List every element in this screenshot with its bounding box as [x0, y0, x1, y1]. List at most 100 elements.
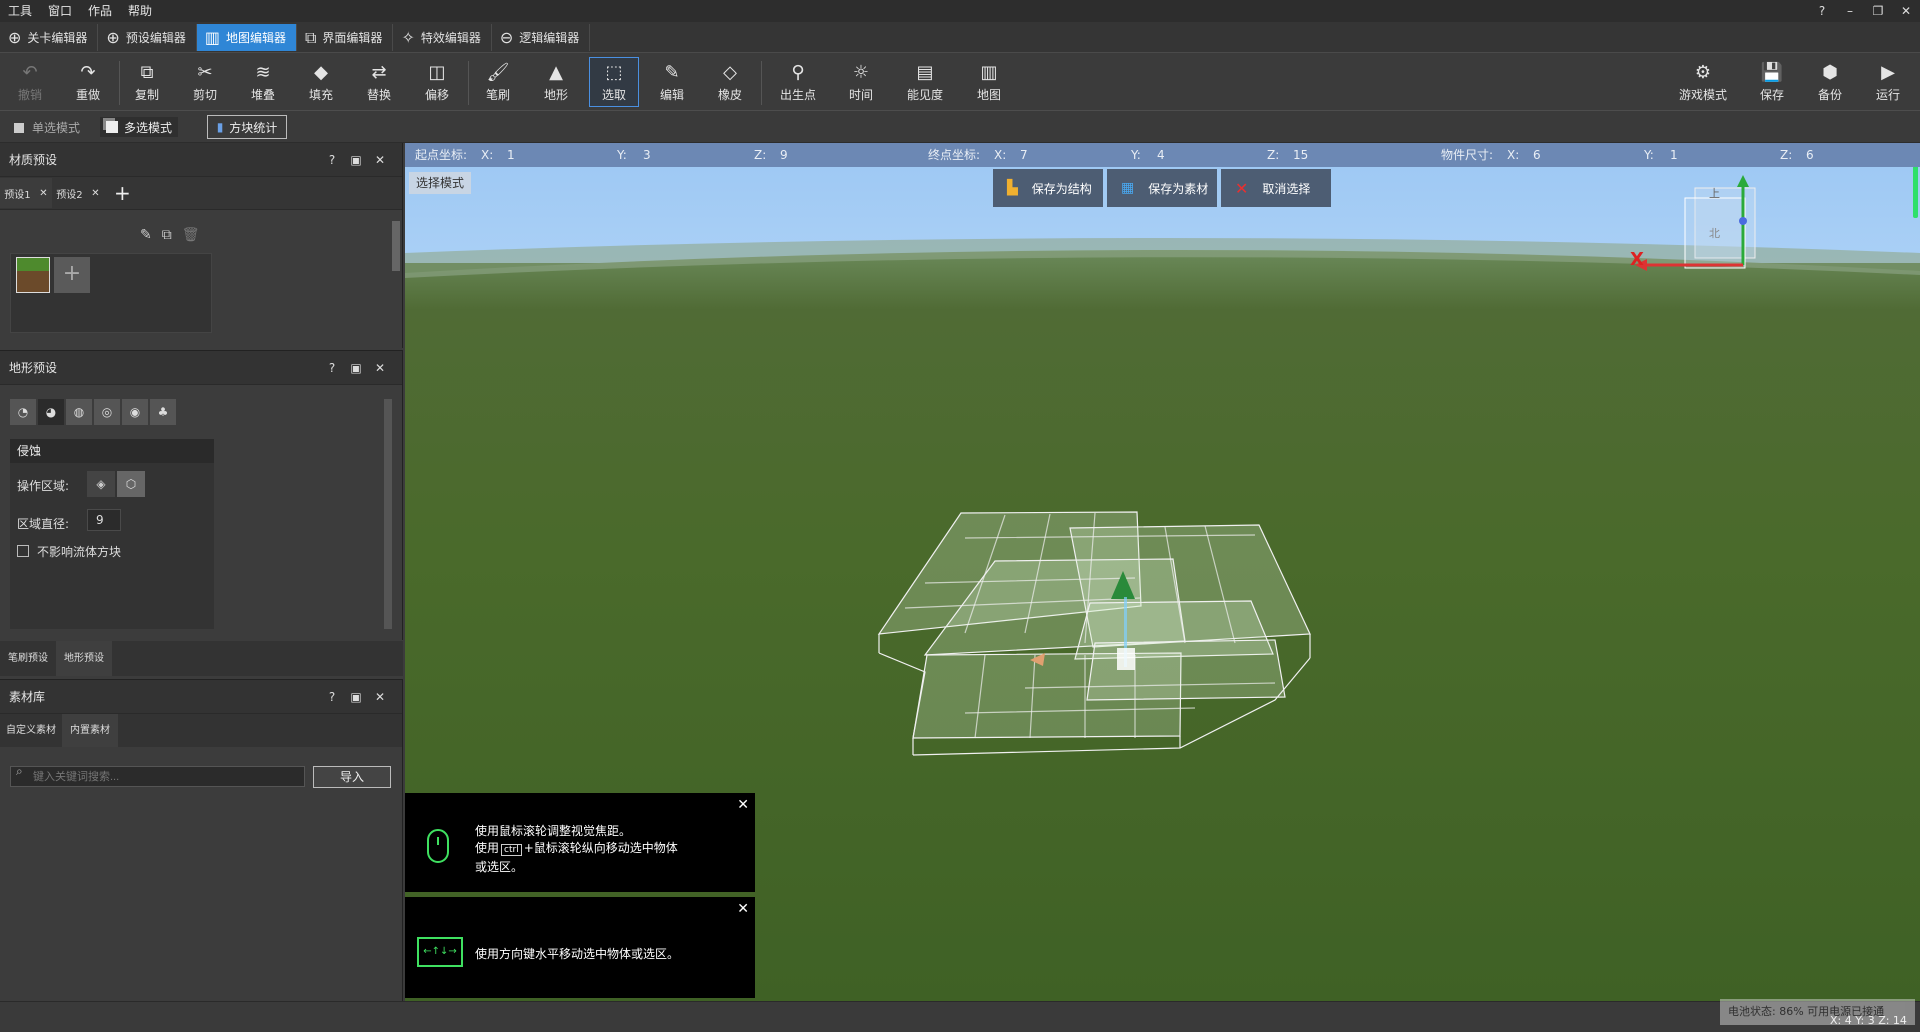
tab-logic-editor[interactable]: ⊖ 逻辑编辑器 [492, 24, 591, 51]
scrollbar[interactable] [384, 399, 392, 629]
mouse-icon [427, 829, 449, 863]
preset-tab-1[interactable]: 预设1 ✕ [0, 178, 52, 208]
eyedropper-icon[interactable]: ✎ [140, 227, 152, 243]
size-x: 6 [1533, 148, 1541, 162]
trash-icon[interactable]: 🗑 [182, 227, 200, 243]
tab-ui-editor[interactable]: ⧉ 界面编辑器 [297, 24, 394, 51]
brush-button[interactable]: 🖌 笔刷 [473, 57, 523, 107]
add-material-button[interactable]: + [54, 257, 90, 293]
run-button[interactable]: ▶ 运行 [1863, 57, 1913, 107]
viewport-scroll-indicator[interactable] [1913, 158, 1918, 218]
add-preset-button[interactable]: + [114, 181, 131, 205]
close-icon[interactable]: ✕ [368, 680, 392, 714]
paint-bucket-icon: ◆ [314, 61, 328, 83]
tab-map-editor[interactable]: ▥ 地图编辑器 [196, 24, 297, 51]
terrain-preset-panel: 地形预设 ? ▣ ✕ ◔ ◕ ◍ ◎ ◉ ♣ 侵蚀 操作区域: ◈ ⬡ 区域直径: … [0, 350, 403, 640]
tree-icon[interactable]: ♣ [150, 399, 176, 425]
multi-select-mode[interactable]: 多选模式 [100, 117, 179, 137]
terrain-tool-smooth-icon[interactable]: ◍ [66, 399, 92, 425]
minimize-button[interactable]: – [1836, 0, 1864, 22]
save-as-structure-button[interactable]: ▙ 保存为结构 [993, 169, 1103, 207]
preset-tab-strip: 笔刷预设 地形预设 [0, 641, 403, 676]
help-button[interactable]: ? [1808, 0, 1836, 22]
close-icon[interactable]: ✕ [368, 143, 392, 177]
menu-window[interactable]: 窗口 [40, 0, 80, 22]
edit-button[interactable]: ✎ 编辑 [647, 57, 697, 107]
close-icon[interactable]: ✕ [91, 188, 99, 199]
tab-custom-assets[interactable]: 自定义素材 [0, 714, 62, 747]
menu-tools[interactable]: 工具 [0, 0, 40, 22]
time-button[interactable]: ☼ 时间 [836, 57, 886, 107]
maximize-icon[interactable]: ▣ [344, 351, 368, 385]
maximize-icon[interactable]: ▣ [344, 143, 368, 177]
area-sphere-icon[interactable]: ◈ [87, 471, 115, 497]
restore-button[interactable]: ❐ [1864, 0, 1892, 22]
fluid-checkbox[interactable] [17, 545, 29, 557]
tab-builtin-assets[interactable]: 内置素材 [62, 714, 118, 747]
maximize-icon[interactable]: ▣ [344, 680, 368, 714]
game-mode-icon: ⚙ [1694, 61, 1712, 83]
close-icon[interactable]: ✕ [368, 351, 392, 385]
undo-button[interactable]: ↶ 撤销 [5, 57, 55, 107]
tab-effect-editor[interactable]: ✧ 特效编辑器 [393, 24, 492, 51]
scissors-icon: ✂ [197, 61, 213, 83]
search-input[interactable] [10, 766, 305, 787]
menu-works[interactable]: 作品 [80, 0, 120, 22]
tab-brush-preset[interactable]: 笔刷预设 [0, 641, 56, 676]
cut-button[interactable]: ✂ 剪切 [180, 57, 230, 107]
import-button[interactable]: 导入 [313, 766, 391, 788]
block-stats-button[interactable]: ▮ 方块统计 [207, 115, 287, 139]
offset-icon: ◫ [428, 61, 446, 83]
close-icon[interactable]: ✕ [737, 797, 749, 813]
eraser-button[interactable]: ◇ 橡皮 [705, 57, 755, 107]
terrain-tool-noise-icon[interactable]: ◉ [122, 399, 148, 425]
end-y: 4 [1157, 148, 1165, 162]
terrain-button[interactable]: ▲ 地形 [531, 57, 581, 107]
save-as-asset-button[interactable]: ▦ 保存为素材 [1107, 169, 1217, 207]
tab-preset-editor[interactable]: ⊕ 预设编辑器 [98, 24, 197, 51]
duplicate-icon[interactable]: ⧉ [162, 227, 172, 243]
diameter-input[interactable]: 9 [87, 509, 121, 531]
crosshair-icon: ⊕ [8, 28, 22, 47]
single-select-mode[interactable]: 单选模式 [14, 119, 80, 136]
tab-level-editor[interactable]: ⊕ 关卡编辑器 [0, 24, 99, 51]
redo-button[interactable]: ↷ 重做 [63, 57, 113, 107]
save-button[interactable]: 💾 保存 [1747, 57, 1797, 107]
select-button[interactable]: ⬚ 选取 [589, 57, 639, 107]
menu-help[interactable]: 帮助 [120, 0, 160, 22]
tab-terrain-preset[interactable]: 地形预设 [56, 641, 112, 676]
checkbox-label: 不影响流体方块 [37, 545, 122, 559]
help-icon[interactable]: ? [320, 680, 344, 714]
map-icon: ▥ [980, 61, 998, 83]
cursor-coordinates: X: 4 Y: 3 Z: 14 [1830, 1014, 1907, 1027]
close-button[interactable]: ✕ [1892, 0, 1920, 22]
stack-button[interactable]: ≋ 堆叠 [238, 57, 288, 107]
arrow-keys-icon: ←↑↓→ [417, 937, 463, 967]
game-mode-button[interactable]: ⚙ 游戏模式 [1675, 57, 1731, 107]
terrain-tool-flatten-icon[interactable]: ◎ [94, 399, 120, 425]
help-icon[interactable]: ? [320, 143, 344, 177]
terrain-tool-raise-icon[interactable]: ◔ [10, 399, 36, 425]
cancel-selection-button[interactable]: ✕ 取消选择 [1221, 169, 1331, 207]
undo-icon: ↶ [22, 61, 38, 83]
close-icon[interactable]: ✕ [39, 188, 47, 199]
backup-button[interactable]: ⬢ 备份 [1805, 57, 1855, 107]
replace-button[interactable]: ⇄ 替换 [354, 57, 404, 107]
material-preset-panel: 材质预设 ? ▣ ✕ 预设1 ✕ 预设2 ✕ + ✎ ⧉ 🗑 + [0, 143, 403, 348]
spawn-point-button[interactable]: ⚲ 出生点 [772, 57, 824, 107]
panel-header: 地形预设 ? ▣ ✕ [0, 351, 402, 385]
terrain-tool-erode-icon[interactable]: ◕ [38, 399, 64, 425]
panel-header: 素材库 ? ▣ ✕ [0, 680, 402, 714]
close-icon[interactable]: ✕ [737, 901, 749, 917]
help-icon[interactable]: ? [320, 351, 344, 385]
area-cube-icon[interactable]: ⬡ [117, 471, 145, 497]
preset-tab-2[interactable]: 预设2 ✕ [52, 178, 104, 208]
offset-button[interactable]: ◫ 偏移 [412, 57, 462, 107]
replace-icon: ⇄ [371, 61, 387, 83]
map-button[interactable]: ▥ 地图 [964, 57, 1014, 107]
visibility-button[interactable]: ▤ 能见度 [899, 57, 951, 107]
copy-button[interactable]: ⧉ 复制 [122, 57, 172, 107]
scrollbar[interactable] [392, 221, 400, 271]
grass-block-thumbnail[interactable] [16, 257, 50, 293]
fill-button[interactable]: ◆ 填充 [296, 57, 346, 107]
